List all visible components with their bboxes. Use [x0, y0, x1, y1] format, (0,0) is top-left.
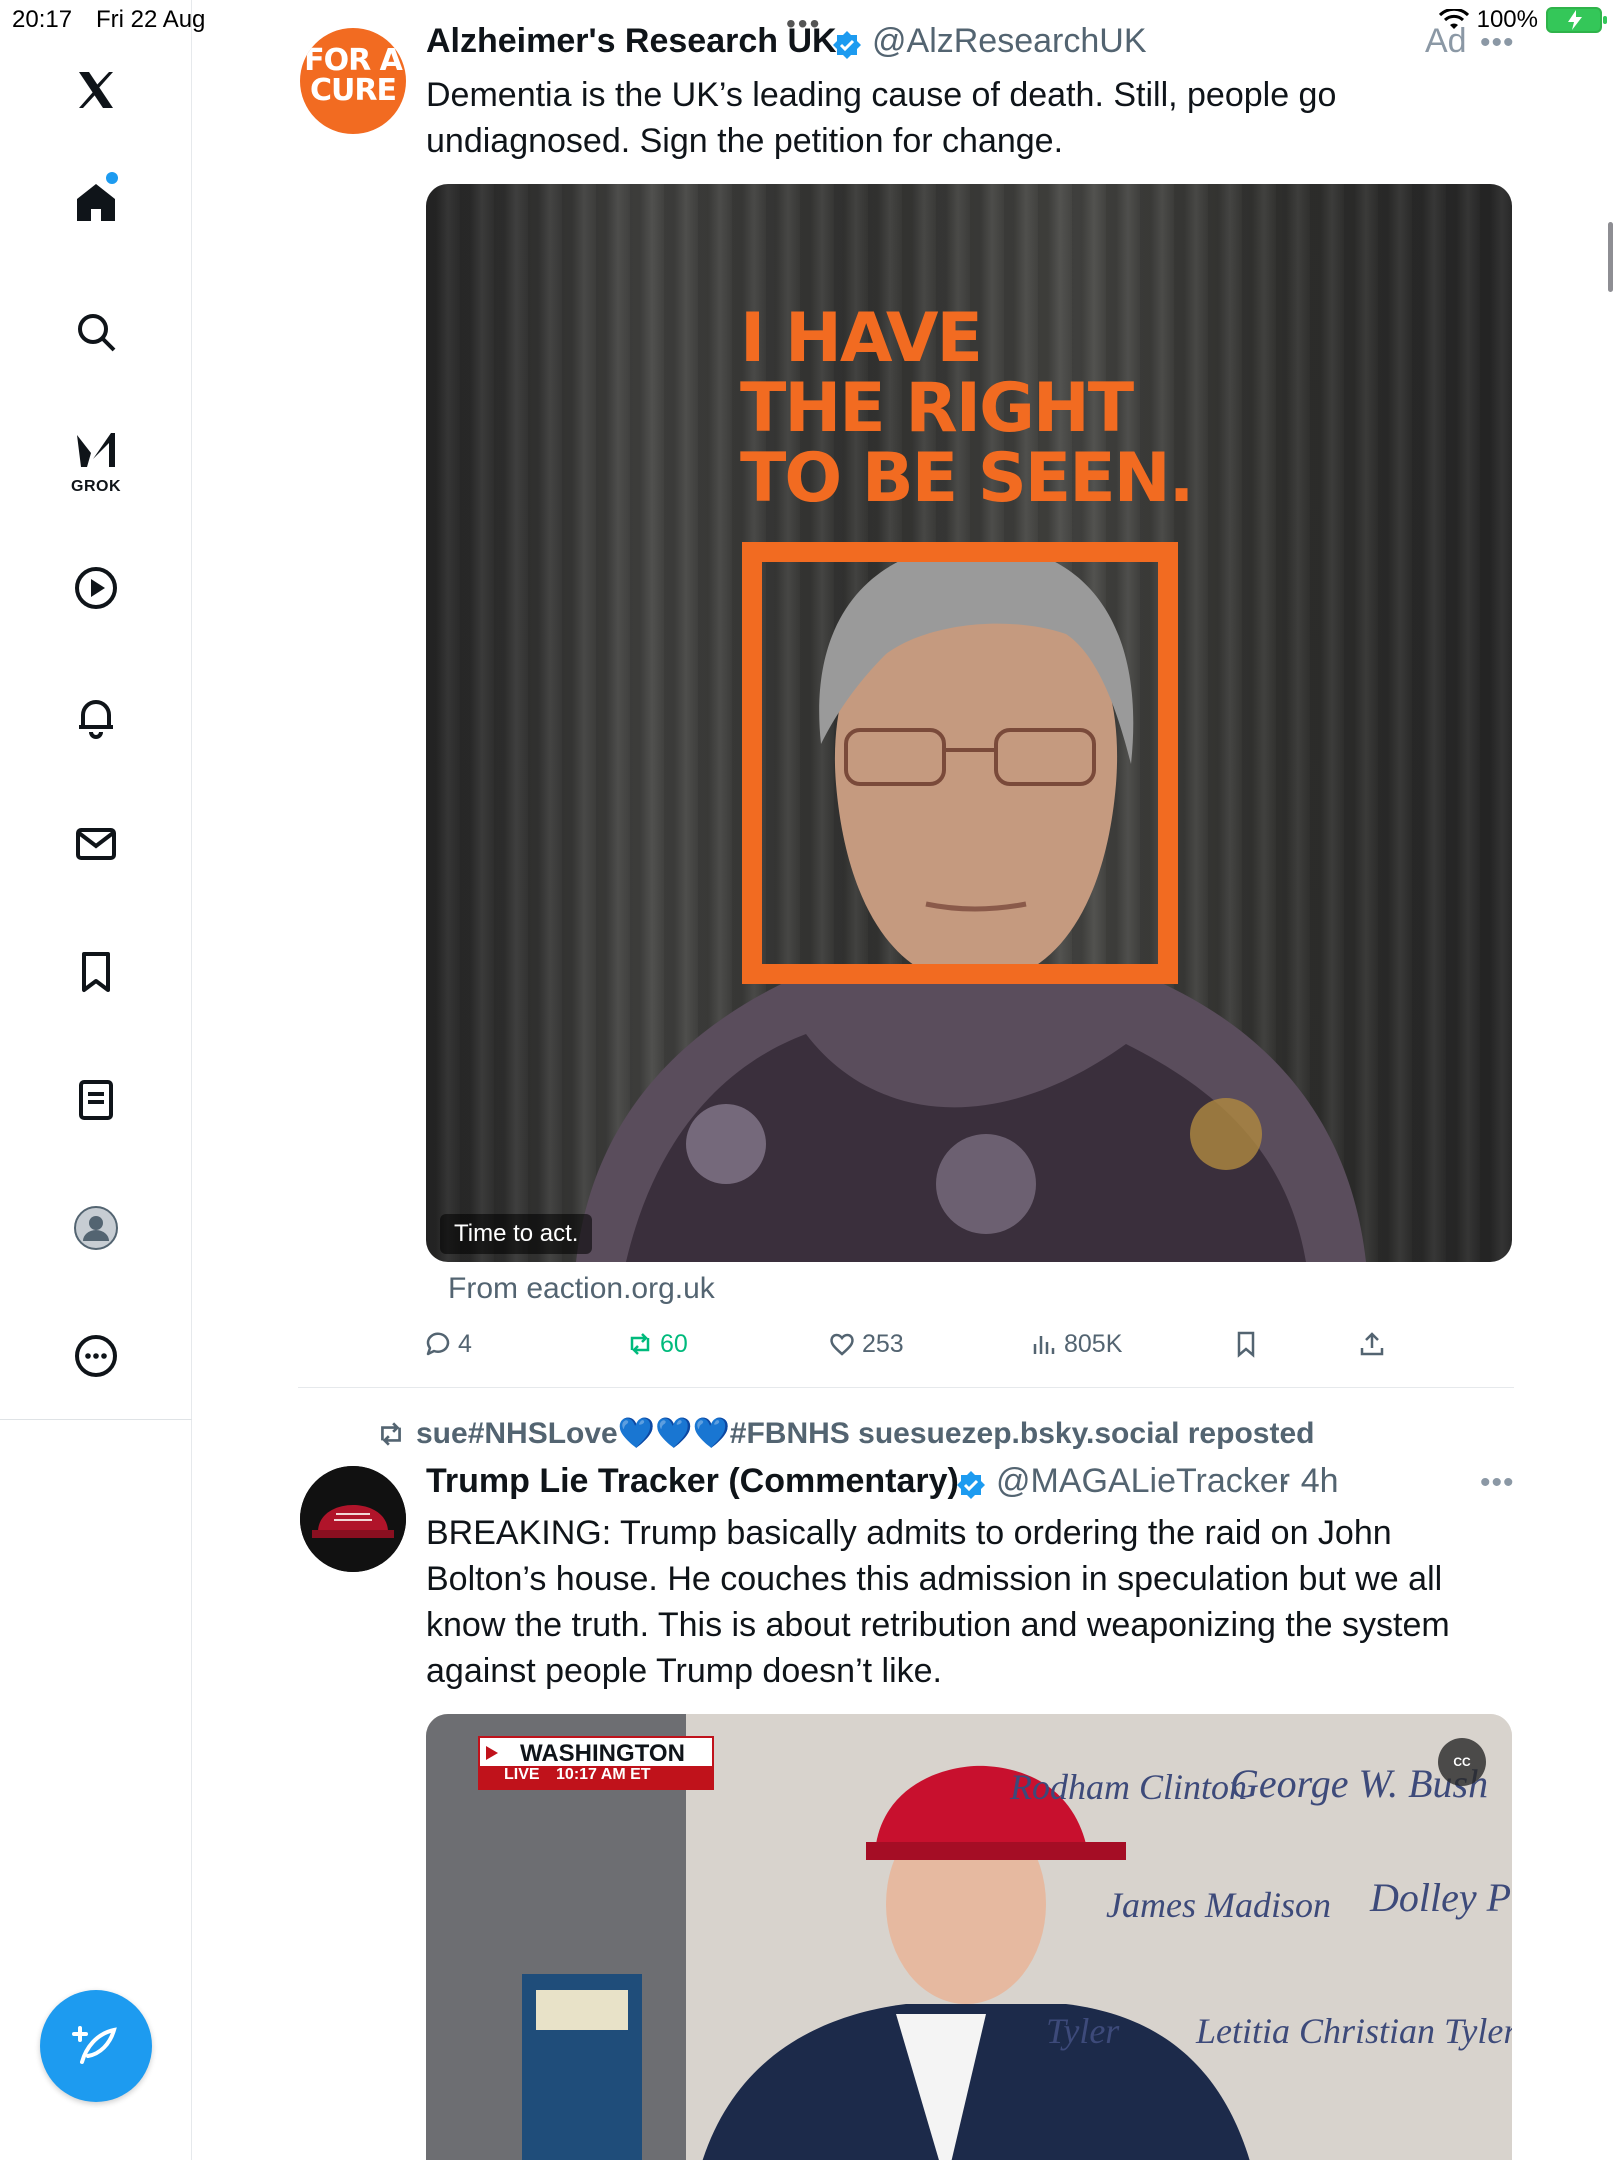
author-handle[interactable]: @AlzResearchUK: [872, 22, 1147, 61]
avatar-text-line2: CURE: [310, 73, 397, 108]
bookmark-icon[interactable]: [70, 946, 122, 998]
wall-name: Dolley Pa: [1370, 1875, 1512, 1920]
search-icon[interactable]: [70, 306, 122, 358]
source-link[interactable]: From eaction.org.uk: [448, 1272, 715, 1306]
author-name[interactable]: Trump Lie Tracker (Commentary): [426, 1462, 959, 1501]
tweet-video[interactable]: Rodham Clinton George W. Bush James Madi…: [426, 1714, 1512, 2160]
scrollbar[interactable]: [1608, 222, 1613, 292]
avatar-image: [300, 1466, 406, 1572]
more-icon[interactable]: [70, 1330, 122, 1382]
author-name[interactable]: Alzheimer's Research UK: [426, 22, 837, 61]
avatar[interactable]: FOR A CURE: [300, 28, 406, 134]
view-count: 805K: [1064, 1329, 1123, 1358]
media-frame: [742, 542, 1178, 984]
tweet-text: BREAKING: Trump basically admits to orde…: [426, 1514, 1450, 1690]
news-live: LIVE: [504, 1766, 540, 1783]
news-chyron: WASHINGTON LIVE 10:17 AM ET: [478, 1736, 714, 1790]
views-button[interactable]: 805K: [1030, 1324, 1122, 1364]
profile-icon[interactable]: [70, 1202, 122, 1254]
home-icon[interactable]: [70, 176, 122, 228]
play-icon[interactable]: [70, 562, 122, 614]
like-count: 253: [862, 1329, 904, 1358]
news-live-bar: LIVE 10:17 AM ET: [480, 1766, 712, 1788]
x-logo-icon[interactable]: [70, 64, 122, 116]
bell-icon[interactable]: [70, 690, 122, 742]
repost-icon: [630, 1333, 650, 1355]
closed-captions-button[interactable]: CC: [1438, 1738, 1486, 1786]
avatar-text-line1: FOR A: [304, 43, 403, 78]
heart-icon: [830, 1333, 854, 1356]
sidebar-divider: [0, 1419, 192, 1420]
wall-name: Rodham Clinton: [1010, 1767, 1248, 1807]
bookmark-button[interactable]: [1232, 1324, 1260, 1364]
views-icon: [1033, 1336, 1055, 1354]
battery-icon: [1546, 7, 1607, 33]
media-caption: Time to act.: [440, 1214, 593, 1254]
repost-context-text: sue#NHSLove💙💙💙#FBNHS suesuezep.bsky.soci…: [416, 1417, 1315, 1450]
share-button[interactable]: [1358, 1324, 1386, 1364]
grok-icon[interactable]: [70, 424, 122, 476]
wall-name: James Madison: [1106, 1885, 1331, 1925]
repost-button[interactable]: 60: [626, 1324, 688, 1364]
tweet-time[interactable]: · 4h: [1280, 1462, 1339, 1501]
repost-context[interactable]: sue#NHSLove💙💙💙#FBNHS suesuezep.bsky.soci…: [376, 1416, 1314, 1451]
play-marker-icon: [486, 1746, 498, 1760]
verified-badge-icon: [957, 1471, 985, 1499]
home-notification-dot: [106, 172, 118, 184]
repost-icon: [381, 1421, 401, 1446]
bookmark-icon: [1237, 1331, 1255, 1358]
news-location: WASHINGTON: [520, 1740, 685, 1767]
avatar[interactable]: [300, 1466, 406, 1572]
like-button[interactable]: 253: [828, 1324, 904, 1364]
reply-icon: [426, 1332, 450, 1356]
compose-button[interactable]: [40, 1990, 152, 2102]
tweet-media[interactable]: I HAVE THE RIGHT TO BE SEEN. Time to act…: [426, 184, 1512, 1262]
list-icon[interactable]: [70, 1074, 122, 1126]
author-handle[interactable]: @MAGALieTracker: [996, 1462, 1290, 1501]
grok-label: GROK: [71, 478, 121, 495]
reply-button[interactable]: 4: [424, 1324, 472, 1364]
verified-badge-icon: [833, 31, 861, 59]
repost-count: 60: [660, 1329, 688, 1358]
wall-name: Tyler: [1046, 2011, 1120, 2051]
more-options-icon[interactable]: •••: [1480, 26, 1515, 60]
more-options-icon[interactable]: •••: [1480, 1466, 1515, 1500]
mail-icon[interactable]: [70, 818, 122, 870]
sidebar: GROK: [0, 0, 192, 2160]
wall-name: Letitia Christian Tyler: [1196, 2011, 1512, 2051]
tweet-separator: [298, 1387, 1514, 1388]
share-icon: [1360, 1332, 1384, 1356]
reply-count: 4: [458, 1329, 472, 1358]
news-time: 10:17 AM ET: [556, 1766, 651, 1783]
compose-icon: [72, 2026, 117, 2064]
tweet-text: Dementia is the UK’s leading cause of de…: [426, 76, 1337, 160]
ad-label: Ad: [1425, 22, 1467, 60]
